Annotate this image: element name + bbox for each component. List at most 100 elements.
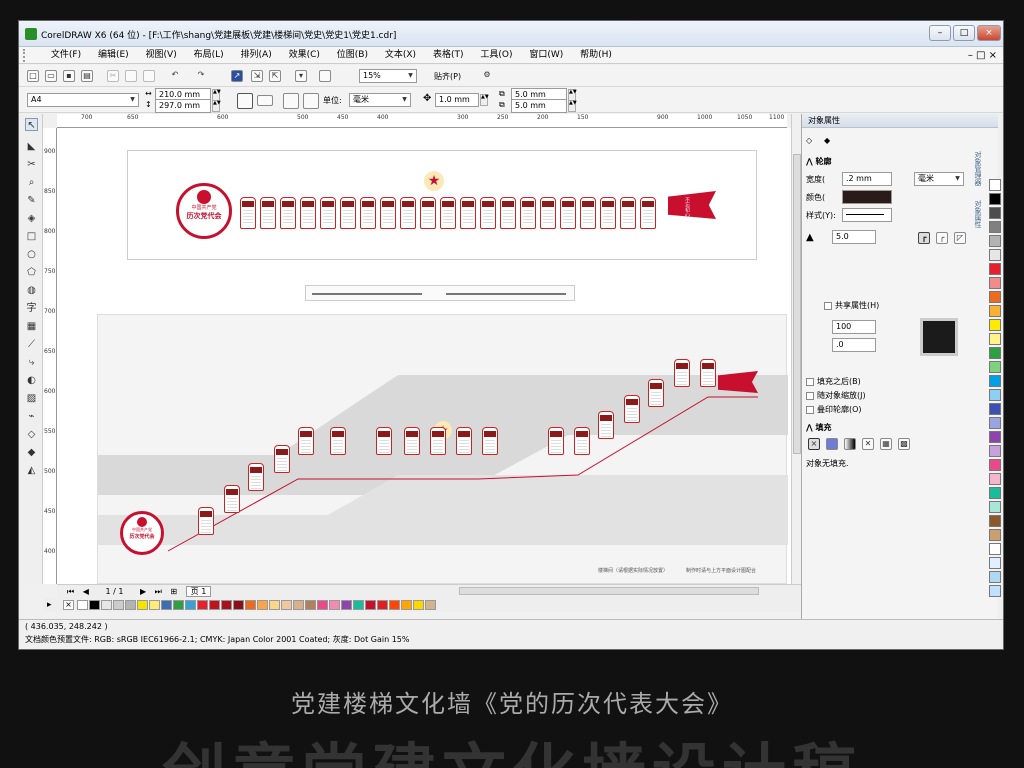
menu-bitmaps[interactable]: 位图(B) [330, 47, 375, 64]
basic-shapes-icon[interactable]: ◍ [25, 284, 38, 297]
top-panel-design[interactable]: 中国共产党 历次党代会 ★ 不忘初心 [127, 150, 757, 260]
shape-tool-icon[interactable]: ◣ [25, 140, 38, 153]
corner-miter-icon[interactable]: ┏ [918, 232, 930, 244]
paste-icon[interactable] [143, 70, 155, 82]
palette-swatch[interactable] [89, 600, 100, 610]
connector-tool-icon[interactable]: ⤷ [25, 356, 38, 369]
palette-swatch[interactable] [149, 600, 160, 610]
palette-swatch[interactable] [989, 207, 1001, 219]
palette-swatch[interactable] [137, 600, 148, 610]
palette-swatch[interactable] [185, 600, 196, 610]
outline-section-header[interactable]: ⋀ 轮廓 [806, 156, 832, 167]
palette-swatch[interactable] [989, 487, 1001, 499]
menu-layout[interactable]: 布局(L) [187, 47, 231, 64]
add-page-icon[interactable]: ⊞ [170, 587, 177, 596]
zoom-level-field[interactable]: 15% ▼ [359, 69, 417, 83]
color-profile-info[interactable]: 文档颜色预置文件: RGB: sRGB IEC61966-2.1; CMYK: … [25, 634, 409, 645]
palette-swatch[interactable] [365, 600, 376, 610]
checkbox-box[interactable] [824, 301, 832, 310]
fill-tab-icon[interactable]: ◆ [824, 136, 830, 145]
units-select[interactable]: 毫米 ▼ [349, 93, 411, 107]
palette-swatch[interactable] [989, 571, 1001, 583]
fill-tool-icon[interactable]: ◆ [25, 446, 38, 459]
open-icon[interactable]: ▭ [45, 70, 57, 82]
all-pages-icon[interactable] [283, 93, 299, 109]
palette-swatch[interactable] [989, 529, 1001, 541]
palette-swatch[interactable] [989, 557, 1001, 569]
minimize-button[interactable]: – [929, 25, 951, 41]
palette-swatch[interactable] [329, 600, 340, 610]
palette-swatch[interactable] [257, 600, 268, 610]
palette-swatch[interactable] [425, 600, 436, 610]
menu-tools[interactable]: 工具(O) [473, 47, 519, 64]
dimension-tool-icon[interactable]: ⟋ [25, 338, 38, 351]
palette-swatch[interactable] [989, 291, 1001, 303]
corner-round-icon[interactable]: ╭ [936, 232, 948, 244]
palette-swatch[interactable] [989, 543, 1001, 555]
menu-effects[interactable]: 效果(C) [282, 47, 327, 64]
palette-swatch[interactable] [989, 193, 1001, 205]
palette-menu-icon[interactable]: ▸ [47, 600, 58, 610]
texture-fill-icon[interactable]: ▦ [880, 438, 892, 450]
options-icon[interactable]: ⚙ [481, 70, 493, 82]
menu-file[interactable]: 文件(F) [44, 47, 88, 64]
table-tool-icon[interactable]: ▦ [25, 320, 38, 333]
drawing-canvas[interactable]: 中国共产党 历次党代会 ★ 不忘初心 中国共产党 历次党代会 ★ [57, 128, 791, 584]
scroll-thumb[interactable] [793, 154, 801, 454]
palette-swatch[interactable] [341, 600, 352, 610]
snap-to-menu[interactable]: 贴齐(P) [434, 71, 461, 82]
smart-fill-tool-icon[interactable]: ◈ [25, 212, 38, 225]
transparency-tool-icon[interactable]: ▨ [25, 392, 38, 405]
import-icon[interactable]: ⇲ [251, 70, 263, 82]
nudge-distance-field[interactable]: 1.0 mm [435, 93, 479, 107]
outline-units-select[interactable]: 毫米 ▼ [914, 172, 964, 186]
doc-close-icon[interactable]: – □ × [968, 49, 997, 62]
menu-window[interactable]: 窗口(W) [522, 47, 570, 64]
palette-swatch[interactable] [413, 600, 424, 610]
last-page-icon[interactable]: ⏭ [155, 587, 162, 596]
nudge-spinner[interactable]: ▲▼ [480, 94, 489, 106]
close-window-button[interactable]: × [977, 25, 1001, 41]
palette-swatch[interactable] [989, 221, 1001, 233]
palette-swatch[interactable] [377, 600, 388, 610]
palette-swatch[interactable] [989, 417, 1001, 429]
palette-swatch[interactable] [233, 600, 244, 610]
duplicate-y-field[interactable]: 5.0 mm [511, 99, 567, 113]
dup-y-spinner[interactable]: ▲▼ [568, 100, 577, 112]
interactive-fill-icon[interactable]: ◭ [25, 464, 38, 477]
height-spinner[interactable]: ▲▼ [212, 100, 221, 112]
portrait-icon[interactable] [237, 93, 253, 109]
menu-view[interactable]: 视图(V) [139, 47, 184, 64]
palette-swatch[interactable] [989, 305, 1001, 317]
ellipse-tool-icon[interactable]: ○ [25, 248, 38, 261]
zoom-tool-icon[interactable]: ⌕ [25, 176, 38, 189]
application-launcher-icon[interactable]: ▾ [295, 70, 307, 82]
palette-swatch[interactable] [269, 600, 280, 610]
fill-behind-checkbox[interactable]: 填充之后(B) [806, 376, 861, 387]
palette-swatch[interactable] [125, 600, 136, 610]
page-height-field[interactable]: 297.0 mm [155, 99, 211, 113]
page-tab[interactable]: 页 1 [185, 586, 212, 597]
palette-swatch[interactable] [989, 361, 1001, 373]
palette-swatch[interactable] [989, 585, 1001, 597]
palette-swatch[interactable] [113, 600, 124, 610]
object-manager-tab[interactable]: 对象管理器 [974, 151, 982, 186]
palette-swatch[interactable] [989, 333, 1001, 345]
stretch-field[interactable]: 100 [832, 320, 876, 334]
no-color-swatch[interactable]: × [63, 600, 74, 610]
horizontal-ruler[interactable]: 700 650 600 500 450 400 300 250 200 150 … [57, 114, 787, 128]
scale-with-object-checkbox[interactable]: 随对象缩放(J) [806, 390, 866, 401]
miter-limit-field[interactable]: 5.0 [832, 230, 876, 244]
palette-swatch[interactable] [389, 600, 400, 610]
stair-wall-design[interactable]: 中国共产党 历次党代会 ★ 楼梯间（请根据实际情况放置） 制作时请与上方平面设计… [97, 314, 788, 584]
palette-swatch[interactable] [245, 600, 256, 610]
polygon-tool-icon[interactable]: ⬠ [25, 266, 38, 279]
save-icon[interactable]: ▪ [63, 70, 75, 82]
fill-section-header[interactable]: ⋀ 填充 [806, 422, 832, 433]
palette-swatch[interactable] [989, 375, 1001, 387]
rectangle-tool-icon[interactable]: □ [25, 230, 38, 243]
new-doc-icon[interactable]: □ [27, 70, 39, 82]
palette-swatch[interactable] [401, 600, 412, 610]
overprint-checkbox[interactable]: 叠印轮廓(O) [806, 404, 862, 415]
checkbox-box[interactable] [806, 405, 814, 414]
